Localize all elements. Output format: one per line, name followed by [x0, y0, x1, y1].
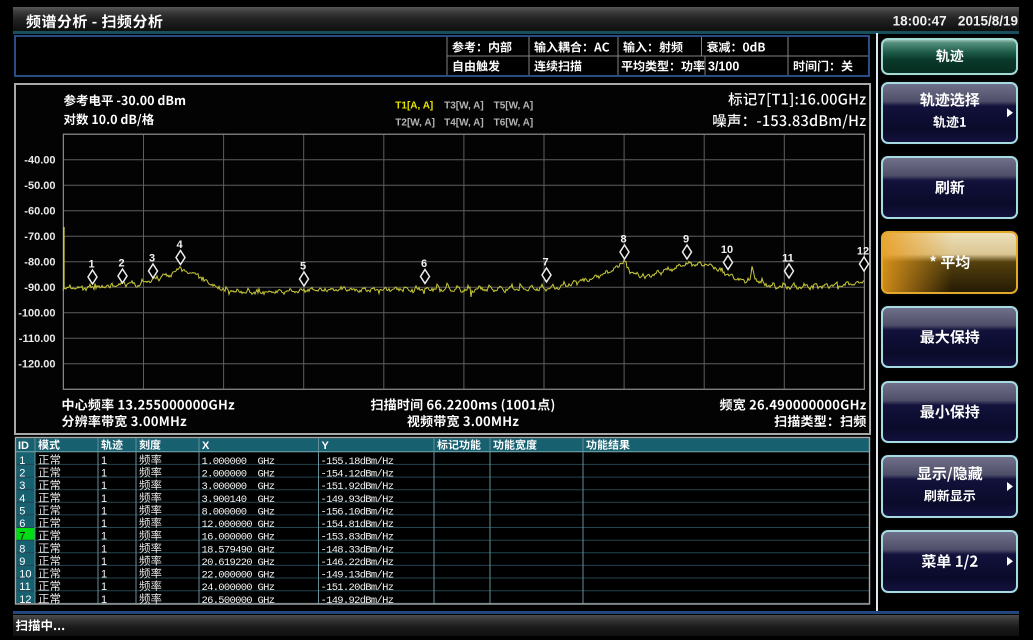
svg-text:-100.00: -100.00: [18, 308, 55, 320]
svg-text:2: 2: [118, 258, 124, 270]
svg-text:1: 1: [101, 493, 107, 505]
svg-text:-149.93dBm/Hz: -149.93dBm/Hz: [321, 494, 394, 506]
svg-text:24.000000 GHz: 24.000000 GHz: [202, 582, 275, 594]
svg-text:1: 1: [101, 594, 107, 606]
svg-text:6: 6: [19, 518, 25, 530]
svg-text:22.000000 GHz: 22.000000 GHz: [202, 570, 275, 582]
svg-text:8: 8: [620, 234, 626, 246]
svg-text:12.000000 GHz: 12.000000 GHz: [202, 519, 275, 531]
svg-text:T5[W, A]: T5[W, A]: [494, 101, 534, 112]
svg-text:4: 4: [19, 493, 25, 505]
svg-text:X: X: [202, 440, 210, 452]
svg-text:10: 10: [721, 244, 733, 256]
svg-text:3.000000 GHz: 3.000000 GHz: [202, 481, 275, 493]
svg-text:-80.00: -80.00: [24, 257, 55, 269]
svg-text:T2[W, A]: T2[W, A]: [395, 118, 435, 129]
svg-text:3: 3: [149, 253, 155, 265]
svg-text:-70.00: -70.00: [24, 231, 55, 243]
svg-text:-149.13dBm/Hz: -149.13dBm/Hz: [321, 570, 394, 582]
svg-text:9: 9: [19, 556, 25, 568]
svg-text:-120.00: -120.00: [18, 359, 55, 371]
svg-text:2: 2: [19, 468, 25, 480]
svg-text:7: 7: [19, 531, 25, 543]
svg-text:1: 1: [101, 468, 107, 480]
svg-text:3/100: 3/100: [708, 60, 739, 74]
svg-text:-156.10dBm/Hz: -156.10dBm/Hz: [321, 506, 394, 518]
svg-text:T6[W, A]: T6[W, A]: [494, 118, 534, 129]
svg-text:10: 10: [19, 569, 31, 581]
svg-text:3: 3: [19, 480, 25, 492]
svg-text:-148.33dBm/Hz: -148.33dBm/Hz: [321, 544, 394, 556]
svg-text:4: 4: [176, 239, 183, 251]
svg-text:1: 1: [101, 569, 107, 581]
svg-text:18:00:47 2015/8/19: 18:00:47 2015/8/19: [893, 14, 1018, 29]
svg-text:-110.00: -110.00: [19, 333, 56, 345]
svg-text:1: 1: [101, 543, 107, 555]
svg-text:8.000000 GHz: 8.000000 GHz: [202, 506, 275, 518]
svg-text:-50.00: -50.00: [24, 180, 55, 192]
svg-text:-155.18dBm/Hz: -155.18dBm/Hz: [321, 456, 394, 468]
svg-text:-154.12dBm/Hz: -154.12dBm/Hz: [321, 469, 394, 481]
svg-text:20.619220 GHz: 20.619220 GHz: [202, 557, 275, 569]
svg-text:-154.81dBm/Hz: -154.81dBm/Hz: [321, 519, 394, 531]
svg-text:5: 5: [300, 261, 306, 273]
svg-text:16.000000 GHz: 16.000000 GHz: [202, 532, 275, 544]
svg-text:7: 7: [542, 257, 548, 269]
svg-text:1: 1: [19, 455, 25, 467]
svg-text:18.579490 GHz: 18.579490 GHz: [202, 544, 275, 556]
svg-text:12: 12: [19, 594, 31, 606]
svg-text:ID: ID: [18, 440, 29, 452]
svg-text:2.000000 GHz: 2.000000 GHz: [202, 469, 275, 481]
svg-text:1: 1: [101, 455, 107, 467]
svg-text:12: 12: [857, 246, 869, 258]
svg-text:1: 1: [101, 480, 107, 492]
svg-text:11: 11: [782, 253, 794, 265]
svg-text:1: 1: [101, 581, 107, 593]
svg-text:-60.00: -60.00: [24, 206, 55, 218]
svg-text:-153.83dBm/Hz: -153.83dBm/Hz: [321, 532, 394, 544]
svg-text:1: 1: [101, 518, 107, 530]
svg-text:1.000000 GHz: 1.000000 GHz: [202, 456, 275, 468]
svg-text:-40.00: -40.00: [24, 155, 55, 167]
svg-text:1: 1: [101, 505, 107, 517]
svg-text:-151.20dBm/Hz: -151.20dBm/Hz: [321, 582, 394, 594]
svg-text:Y: Y: [322, 440, 330, 452]
svg-text:-90.00: -90.00: [24, 282, 55, 294]
svg-text:1: 1: [88, 259, 94, 271]
svg-text:6: 6: [421, 258, 427, 270]
svg-text:8: 8: [19, 543, 25, 555]
svg-text:3.900140 GHz: 3.900140 GHz: [202, 494, 275, 506]
svg-text:-151.92dBm/Hz: -151.92dBm/Hz: [321, 481, 394, 493]
svg-text:1: 1: [101, 531, 107, 543]
svg-text:-149.92dBm/Hz: -149.92dBm/Hz: [321, 595, 394, 607]
svg-text:T4[W, A]: T4[W, A]: [444, 118, 484, 129]
svg-text:11: 11: [19, 581, 30, 593]
svg-text:-146.22dBm/Hz: -146.22dBm/Hz: [321, 557, 394, 569]
svg-text:26.500000 GHz: 26.500000 GHz: [202, 595, 275, 607]
svg-text:T3[W, A]: T3[W, A]: [444, 101, 484, 112]
svg-text:1: 1: [101, 556, 107, 568]
svg-text:T1[A, A]: T1[A, A]: [395, 101, 433, 112]
svg-text:5: 5: [19, 505, 25, 517]
svg-text:9: 9: [683, 234, 689, 246]
